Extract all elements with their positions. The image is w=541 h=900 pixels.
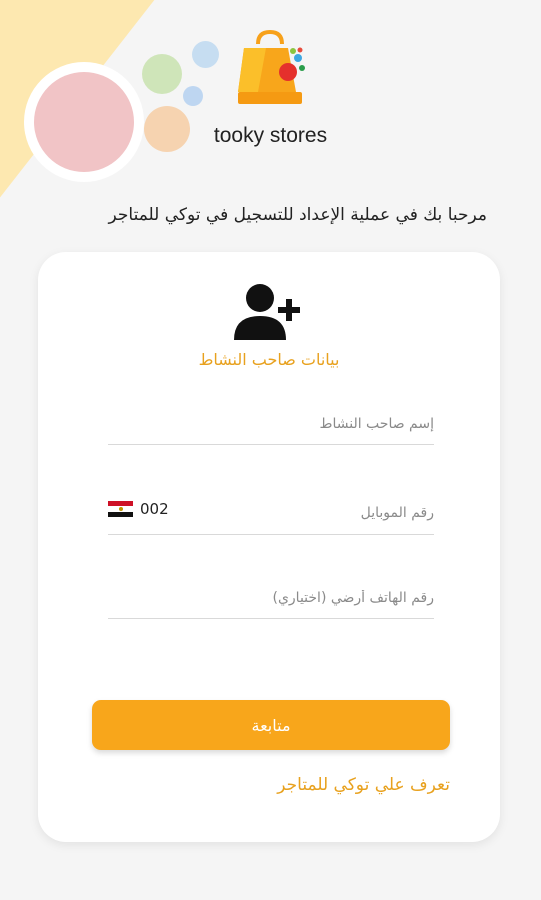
mobile-field: 002	[108, 498, 434, 535]
decorative-circle	[142, 54, 182, 94]
landline-field	[108, 586, 434, 619]
country-code-selector[interactable]: 002	[108, 500, 169, 518]
continue-button[interactable]: متابعة	[92, 700, 450, 750]
egypt-flag-icon	[108, 501, 133, 517]
welcome-text: مرحبا بك في عملية الإعداد للتسجيل في توك…	[108, 205, 488, 225]
decorative-circle	[192, 41, 219, 68]
owner-name-field	[108, 412, 434, 445]
decorative-circle	[34, 72, 134, 172]
landline-input[interactable]	[108, 586, 434, 610]
mobile-input[interactable]	[234, 498, 434, 528]
section-title: بيانات صاحب النشاط	[198, 350, 340, 369]
country-code: 002	[140, 500, 169, 518]
owner-name-input[interactable]	[108, 412, 434, 436]
learn-more-link[interactable]: تعرف علي توكي للمتاجر	[277, 775, 450, 795]
add-user-icon	[234, 282, 308, 342]
shopping-bag-logo-icon	[236, 29, 306, 105]
registration-card: بيانات صاحب النشاط 002 متابعة تعرف علي ت…	[38, 252, 500, 842]
decorative-circle	[183, 86, 203, 106]
brand-name: tooky stores	[213, 124, 328, 147]
